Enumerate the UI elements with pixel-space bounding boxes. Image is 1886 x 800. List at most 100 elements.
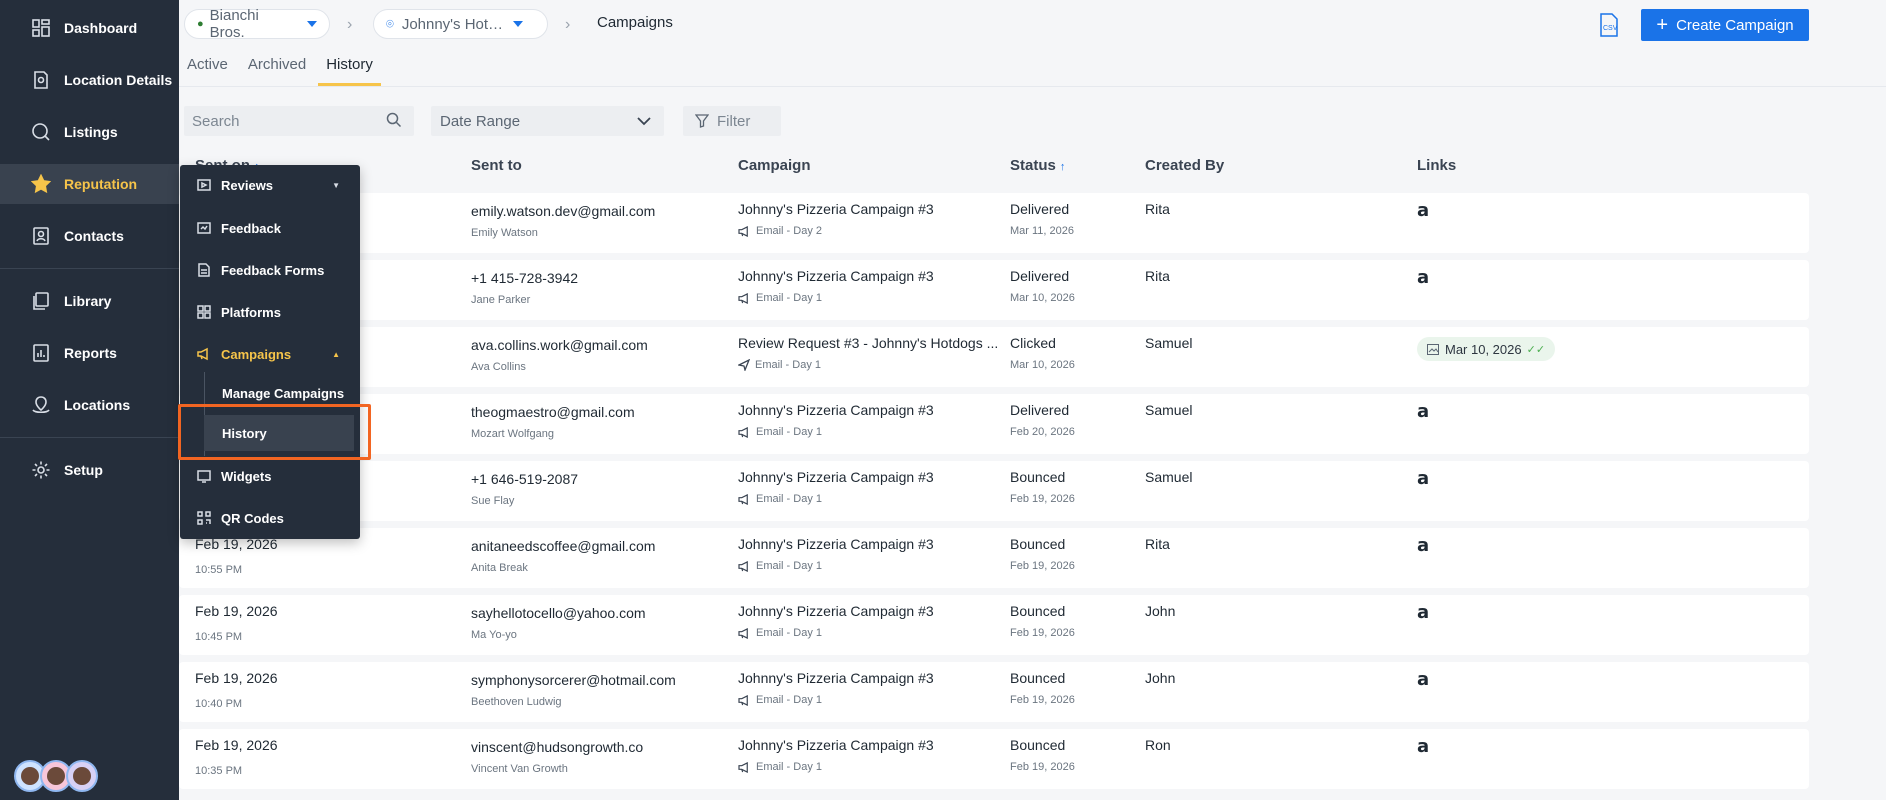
tab-archived[interactable]: Archived bbox=[240, 56, 314, 86]
amazon-icon[interactable]: a bbox=[1417, 602, 1429, 623]
table-row[interactable]: Feb 19, 2026 10:40 PM symphonysorcerer@h… bbox=[179, 662, 1809, 722]
megaphone-icon bbox=[738, 292, 748, 304]
table-row[interactable]: ava.collins.work@gmail.com Ava Collins R… bbox=[179, 327, 1809, 387]
amazon-icon[interactable]: a bbox=[1417, 468, 1429, 489]
created-by-name: Ron bbox=[1145, 737, 1171, 753]
table-row[interactable]: +1 646-519-2087 Sue Flay Johnny's Pizzer… bbox=[179, 461, 1809, 521]
avatar[interactable] bbox=[66, 760, 98, 792]
amazon-icon[interactable]: a bbox=[1417, 736, 1429, 757]
created-by-cell: John bbox=[1145, 603, 1175, 619]
double-check-icon: ✓✓ bbox=[1526, 343, 1546, 356]
sidebar-item-reports[interactable]: Reports bbox=[0, 333, 179, 373]
column-header-status[interactable]: Status ↑ bbox=[1010, 157, 1065, 174]
campaign-name[interactable]: Review Request #3 - Johnny's Hotdogs ... bbox=[738, 335, 998, 351]
business-selector[interactable]: ● Bianchi Bros. bbox=[184, 7, 330, 41]
campaign-name[interactable]: Johnny's Pizzeria Campaign #3 bbox=[738, 603, 934, 619]
campaign-name[interactable]: Johnny's Pizzeria Campaign #3 bbox=[738, 737, 934, 753]
campaign-name[interactable]: Johnny's Pizzeria Campaign #3 bbox=[738, 536, 934, 552]
sidebar: Dashboard Location Details Listings Repu… bbox=[0, 0, 179, 800]
locations-icon bbox=[30, 394, 52, 416]
map-pin-icon: ⌾ bbox=[386, 16, 394, 31]
create-campaign-button[interactable]: + Create Campaign bbox=[1641, 9, 1809, 41]
recipient-contact: symphonysorcerer@hotmail.com bbox=[471, 672, 676, 688]
status-text: Delivered bbox=[1010, 268, 1070, 284]
top-bar: ● Bianchi Bros. › ⌾ Johnny's Hot… › Camp… bbox=[179, 0, 1886, 48]
recipient-contact: sayhellotocello@yahoo.com bbox=[471, 605, 646, 621]
search-input[interactable]: Search bbox=[184, 106, 414, 136]
sent-to-cell: emily.watson.dev@gmail.com Emily Watson bbox=[471, 203, 655, 239]
table-row[interactable]: theogmaestro@gmail.com Mozart Wolfgang J… bbox=[179, 394, 1809, 454]
amazon-icon[interactable]: a bbox=[1417, 267, 1429, 288]
sidebar-item-reputation[interactable]: Reputation bbox=[0, 164, 179, 204]
flyout-item-feedback-forms[interactable]: Feedback Forms bbox=[180, 251, 360, 289]
flyout-item-qr-codes[interactable]: QR Codes bbox=[180, 499, 360, 537]
sidebar-item-location-details[interactable]: Location Details bbox=[0, 60, 179, 100]
campaign-name[interactable]: Johnny's Pizzeria Campaign #3 bbox=[738, 402, 934, 418]
campaign-name[interactable]: Johnny's Pizzeria Campaign #3 bbox=[738, 670, 934, 686]
table-row[interactable]: +1 415-728-3942 Jane Parker Johnny's Piz… bbox=[179, 260, 1809, 320]
recipient-contact: emily.watson.dev@gmail.com bbox=[471, 203, 656, 219]
location-selector[interactable]: ⌾ Johnny's Hot… bbox=[373, 9, 548, 39]
table-row[interactable]: Feb 19, 2026 10:45 PM sayhellotocello@ya… bbox=[179, 595, 1809, 655]
recipient-contact: theogmaestro@gmail.com bbox=[471, 404, 635, 420]
sort-arrow-icon: ↑ bbox=[1059, 161, 1066, 173]
column-header-links[interactable]: Links bbox=[1417, 157, 1456, 174]
amazon-icon[interactable]: a bbox=[1417, 669, 1429, 690]
contacts-icon bbox=[30, 225, 52, 247]
flyout-item-label: Campaigns bbox=[221, 346, 292, 362]
campaign-name[interactable]: Johnny's Pizzeria Campaign #3 bbox=[738, 201, 934, 217]
svg-text:CSV: CSV bbox=[1603, 25, 1618, 32]
sidebar-item-listings[interactable]: Listings bbox=[0, 112, 179, 152]
highlight-box bbox=[178, 404, 371, 460]
status-text: Bounced bbox=[1010, 536, 1066, 552]
sidebar-item-setup[interactable]: Setup bbox=[0, 450, 179, 490]
table-row[interactable]: emily.watson.dev@gmail.com Emily Watson … bbox=[179, 193, 1809, 253]
amazon-icon[interactable]: a bbox=[1417, 401, 1429, 422]
sidebar-divider bbox=[0, 268, 179, 269]
table-row[interactable]: Feb 19, 2026 10:35 PM vinscent@hudsongro… bbox=[179, 729, 1809, 789]
campaign-name[interactable]: Johnny's Pizzeria Campaign #3 bbox=[738, 469, 934, 485]
column-header-created-by[interactable]: Created By bbox=[1145, 157, 1224, 174]
sidebar-item-locations[interactable]: Locations bbox=[0, 385, 179, 425]
breadcrumb-chevron-icon: › bbox=[347, 16, 353, 33]
status-cell: Bounced Feb 19, 2026 bbox=[1010, 469, 1075, 505]
widgets-icon bbox=[197, 469, 211, 483]
dashboard-icon bbox=[30, 17, 52, 39]
tab-history[interactable]: History bbox=[318, 56, 381, 86]
recipient-name: Jane Parker bbox=[471, 294, 531, 306]
campaign-name[interactable]: Johnny's Pizzeria Campaign #3 bbox=[738, 268, 934, 284]
team-avatars[interactable] bbox=[14, 760, 98, 792]
tab-active[interactable]: Active bbox=[179, 56, 236, 86]
flyout-item-reviews[interactable]: Reviews ▼ bbox=[180, 166, 360, 204]
campaign-cell: Johnny's Pizzeria Campaign #3 Email - Da… bbox=[738, 469, 934, 505]
sent-to-cell: anitaneedscoffee@gmail.com Anita Break bbox=[471, 538, 655, 574]
campaign-step: Email - Day 2 bbox=[756, 225, 823, 237]
filter-icon bbox=[695, 114, 709, 128]
flyout-item-feedback[interactable]: Feedback bbox=[180, 209, 360, 247]
filter-label: Filter bbox=[717, 112, 751, 130]
column-header-campaign[interactable]: Campaign bbox=[738, 157, 811, 174]
sent-date: Feb 19, 2026 bbox=[195, 670, 278, 686]
status-text: Bounced bbox=[1010, 603, 1066, 619]
amazon-icon[interactable]: a bbox=[1417, 200, 1429, 221]
flyout-item-platforms[interactable]: Platforms bbox=[180, 293, 360, 331]
column-header-sent-to[interactable]: Sent to bbox=[471, 157, 522, 174]
amazon-icon[interactable]: a bbox=[1417, 535, 1429, 556]
flyout-item-widgets[interactable]: Widgets bbox=[180, 457, 360, 495]
sent-to-cell: theogmaestro@gmail.com Mozart Wolfgang bbox=[471, 404, 635, 440]
csv-export-icon[interactable]: CSV bbox=[1597, 12, 1621, 38]
table-row[interactable]: Feb 19, 2026 10:55 PM anitaneedscoffee@g… bbox=[179, 528, 1809, 588]
link-badge[interactable]: Mar 10, 2026 ✓✓ bbox=[1417, 337, 1556, 361]
sent-time: 10:40 PM bbox=[195, 698, 243, 710]
flyout-item-label: Feedback bbox=[221, 220, 281, 236]
status-cell: Bounced Feb 19, 2026 bbox=[1010, 737, 1075, 773]
sidebar-item-contacts[interactable]: Contacts bbox=[0, 216, 179, 256]
filter-button[interactable]: Filter bbox=[683, 106, 781, 136]
sidebar-item-dashboard[interactable]: Dashboard bbox=[0, 8, 179, 48]
sidebar-item-library[interactable]: Library bbox=[0, 281, 179, 321]
links-cell: a bbox=[1417, 736, 1429, 757]
flyout-item-campaigns[interactable]: Campaigns ▲ bbox=[180, 335, 360, 373]
links-cell: Mar 10, 2026 ✓✓ bbox=[1417, 337, 1556, 361]
date-range-select[interactable]: Date Range bbox=[431, 106, 664, 136]
created-by-name: Samuel bbox=[1145, 335, 1193, 351]
